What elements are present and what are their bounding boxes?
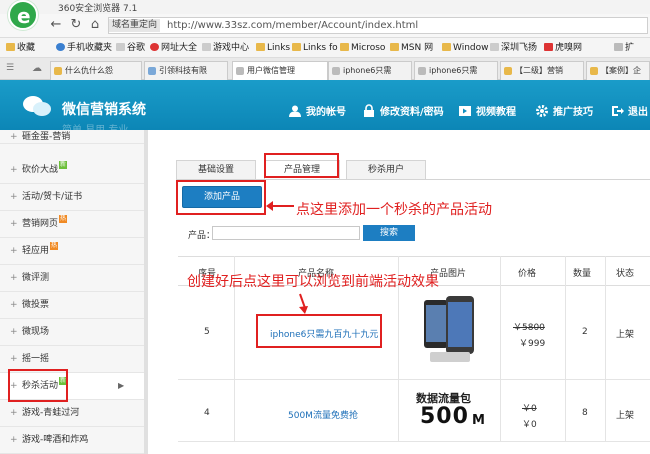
title-bar: 360安全浏览器 7.1	[0, 0, 650, 14]
old-price: ￥5800	[513, 323, 545, 333]
sidebar-item[interactable]: + 微评测	[0, 265, 147, 292]
wechat-logo-icon	[23, 96, 51, 116]
highlight-box-add-button	[176, 180, 266, 215]
price: ￥0	[522, 420, 537, 430]
product-name-link[interactable]: 500M流量免费抢	[288, 408, 358, 421]
hot-badge: 热	[59, 215, 68, 223]
highlight-box-product-tab	[264, 153, 339, 178]
product-search-input[interactable]	[212, 226, 360, 240]
bookmark-item[interactable]: Links fo	[292, 41, 338, 55]
user-icon	[289, 105, 301, 117]
cloud-icon[interactable]: ☁	[32, 63, 44, 75]
column-header: 状态	[616, 269, 635, 279]
highlight-box-seckill	[8, 369, 68, 402]
bookmark-item[interactable]: 网址大全	[150, 41, 197, 55]
annotation-browse-frontend: 创建好后点这里可以浏览到前端活动效果	[187, 274, 439, 290]
sidebar-item[interactable]: + 微现场	[0, 319, 147, 346]
iphone-product-image	[424, 296, 474, 362]
hot-badge: 热	[50, 242, 59, 250]
highlight-box-product-link	[256, 314, 382, 348]
price: ￥999	[519, 339, 546, 349]
browser-tab[interactable]: iphone6只需	[414, 61, 498, 80]
column-divider	[605, 256, 606, 442]
column-header: 数量	[573, 269, 592, 279]
sidebar-item[interactable]: + 游戏-青蛙过河	[0, 400, 147, 427]
sidebar-item[interactable]: + 活动/贺卡/证书	[0, 184, 147, 211]
tab-basic-settings[interactable]: 基础设置	[176, 160, 256, 180]
address-bar-row: ← ↻ ⌂ 域名重定向 http://www.33sz.com/member/A…	[0, 14, 650, 38]
sidebar-item[interactable]: + 微投票	[0, 292, 147, 319]
bookmark-item[interactable]: Microso	[340, 41, 385, 55]
browser-tab[interactable]: 引领科技有限	[144, 61, 228, 80]
row-id: 4	[204, 408, 210, 418]
bookmark-item[interactable]: 收藏	[6, 41, 35, 55]
new-badge: 新	[59, 161, 68, 169]
status-text: 上架	[616, 411, 635, 421]
search-button[interactable]: 搜索	[363, 225, 415, 241]
url-field[interactable]: 域名重定向 http://www.33sz.com/member/Account…	[108, 17, 648, 34]
column-divider	[565, 256, 566, 442]
old-price: ￥0	[522, 404, 537, 414]
gear-icon	[536, 105, 548, 117]
bookmark-item[interactable]: 游戏中心	[202, 41, 249, 55]
video-icon	[459, 106, 471, 116]
browser-tab-active[interactable]: 用户微信管理	[232, 61, 328, 80]
bookmark-item[interactable]: 虎嗅网	[544, 41, 582, 55]
image-amount: 500	[420, 404, 469, 429]
app-header: 微信营销系统 简单 易用 专业 我的帐号 修改资料/密码 视频教程 推广技巧 退…	[0, 80, 650, 136]
sidebar-item[interactable]: + 砍价大战新	[0, 157, 147, 184]
nav-logout[interactable]: 退出	[610, 103, 648, 118]
table-row	[178, 286, 650, 380]
back-icon[interactable]: ←	[48, 17, 64, 33]
tab-list-icon[interactable]: ☰	[6, 63, 16, 73]
sidebar-item[interactable]: + 营销网页热	[0, 211, 147, 238]
bookmark-item[interactable]: 手机收藏夹	[56, 41, 112, 55]
browser-tab[interactable]: 【二级】营销	[500, 61, 584, 80]
bookmark-item[interactable]: 谷歌	[116, 41, 145, 55]
browser-window: 360安全浏览器 7.1 ← ↻ ⌂ 域名重定向 http://www.33sz…	[0, 0, 650, 454]
domain-redirect-chip[interactable]: 域名重定向	[109, 19, 161, 32]
browser-tab[interactable]: 什么仇什么怨	[50, 61, 142, 80]
sidebar-item[interactable]: + 轻应用热	[0, 238, 147, 265]
row-id: 5	[204, 327, 210, 337]
tab-seckill-users[interactable]: 秒杀用户	[346, 160, 426, 180]
product-label: 产品：	[188, 231, 216, 241]
arrow-down-icon	[299, 293, 308, 314]
quantity: 8	[582, 408, 588, 418]
chevron-right-icon: ▶	[118, 381, 125, 390]
home-icon[interactable]: ⌂	[87, 17, 103, 33]
url-text[interactable]: http://www.33sz.com/member/Account/index…	[167, 20, 418, 31]
status-text: 上架	[616, 330, 635, 340]
window-title: 360安全浏览器 7.1	[58, 4, 138, 14]
logout-icon	[612, 106, 624, 116]
app-title: 微信营销系统	[62, 102, 146, 118]
nav-my-account[interactable]: 我的帐号	[288, 103, 346, 118]
bookmark-item[interactable]: 深圳飞扬	[490, 41, 537, 55]
column-divider	[500, 256, 501, 442]
bookmark-item[interactable]: Window	[442, 41, 489, 55]
sidebar-item[interactable]: + 游戏-啤酒和炸鸡	[0, 427, 147, 454]
sidebar-item[interactable]: + 砸金蛋-营销	[0, 130, 147, 144]
data-package-image: 数据流量包 500 M	[412, 386, 498, 436]
browser-tab[interactable]: 【案例】企	[586, 61, 650, 80]
image-unit: M	[472, 413, 485, 428]
bookmark-item[interactable]: Links	[256, 41, 290, 55]
browser-tab-strip: ☰ ☁ 什么仇什么怨 引领科技有限 用户微信管理 iphone6只需 iphon…	[0, 58, 650, 80]
arrow-left-icon	[266, 201, 294, 211]
sidebar: + 砸金蛋-营销 + 砍价大战新 + 活动/贺卡/证书 + 营销网页热 + 轻应用热 + 微…	[0, 130, 148, 454]
nav-video-tutorial[interactable]: 视频教程	[458, 103, 516, 118]
bookmarks-bar: 收藏 手机收藏夹 谷歌 网址大全 游戏中心 Links Links fo Mic…	[0, 38, 650, 58]
bookmark-item[interactable]: 扩	[614, 41, 634, 55]
column-header: 价格	[518, 269, 537, 279]
browser-tab[interactable]: iphone6只需	[328, 61, 412, 80]
browser-logo-icon[interactable]	[8, 0, 38, 30]
annotation-add-product: 点这里添加一个秒杀的产品活动	[296, 202, 492, 218]
quantity: 2	[582, 327, 588, 337]
bookmark-item[interactable]: MSN 网	[390, 41, 433, 55]
nav-promo-tips[interactable]: 推广技巧	[535, 103, 593, 118]
lock-icon	[364, 104, 374, 117]
refresh-icon[interactable]: ↻	[68, 17, 84, 33]
nav-edit-profile[interactable]: 修改资料/密码	[362, 103, 444, 118]
